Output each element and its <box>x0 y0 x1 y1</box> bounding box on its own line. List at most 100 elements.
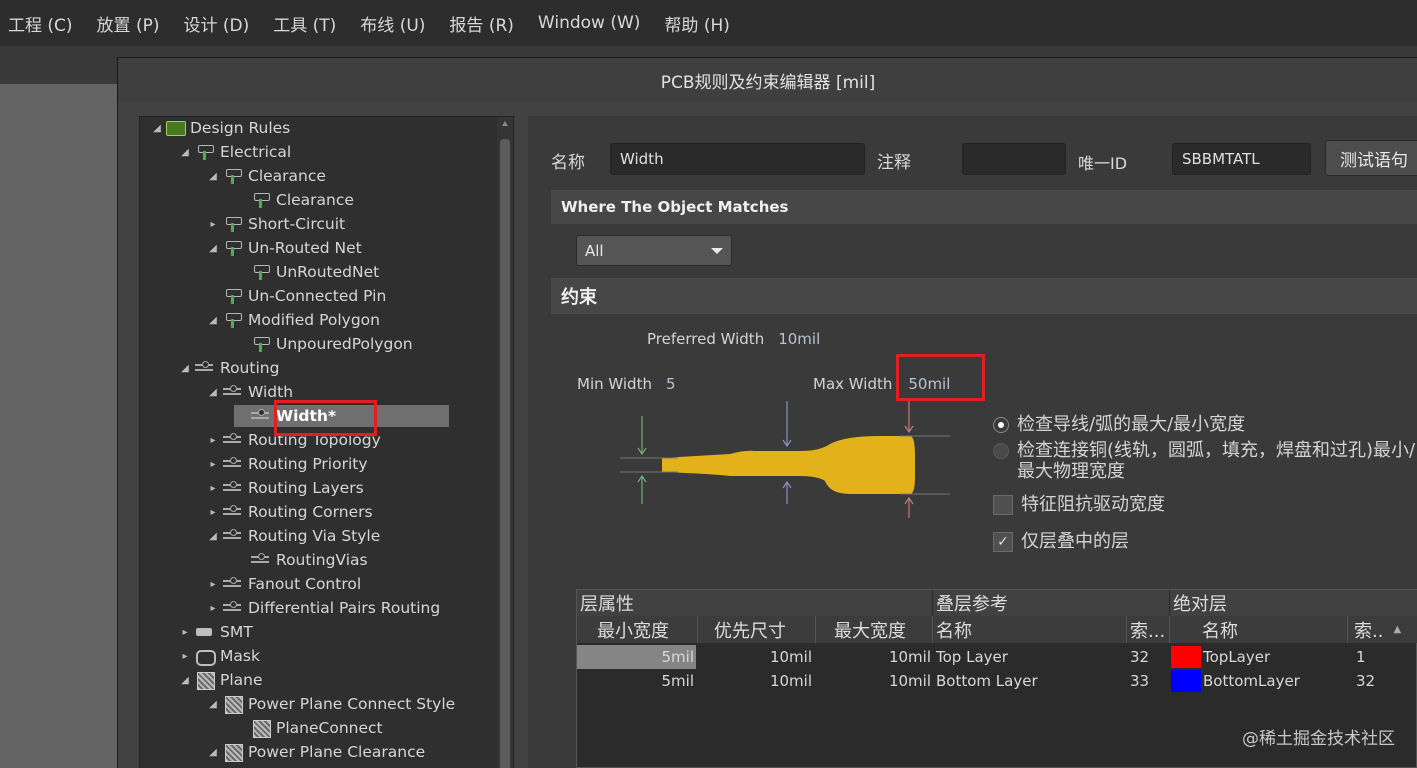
route-rule-icon <box>222 503 244 521</box>
tree-node[interactable]: ▸ Fanout Control <box>206 573 361 595</box>
cell-abs-index[interactable]: 1 <box>1356 645 1416 669</box>
tree-node[interactable]: ◢ Clearance <box>206 165 326 187</box>
column-min-width[interactable]: 最小宽度 <box>577 616 698 643</box>
tree-node-label: Plane <box>220 671 263 689</box>
scrollbar-thumb[interactable] <box>500 139 510 768</box>
test-query-button[interactable]: 测试语句 <box>1325 140 1417 176</box>
collapse-arrow-icon[interactable]: ◢ <box>206 387 220 398</box>
expand-arrow-icon[interactable]: ▸ <box>206 579 220 590</box>
tree-scrollbar[interactable] <box>497 117 513 768</box>
cell-max-width[interactable]: 10mil <box>816 669 933 693</box>
column-preferred-size[interactable]: 优先尺寸 <box>698 616 816 643</box>
menu-item-2[interactable]: 设计 (D) <box>183 11 249 36</box>
cell-abs-name[interactable]: TopLayer <box>1203 645 1348 669</box>
option-layer-stack-only[interactable]: ✓ 仅层叠中的层 <box>993 531 1129 552</box>
menu-item-4[interactable]: 布线 (U) <box>360 11 425 36</box>
menu-item-1[interactable]: 放置 (P) <box>97 11 160 36</box>
tree-node[interactable]: UnRoutedNet <box>234 261 379 283</box>
cell-index[interactable]: 32 <box>1127 645 1170 669</box>
cell-preferred-size[interactable]: 10mil <box>698 645 814 669</box>
column-index[interactable]: 索... <box>1127 616 1170 643</box>
unique-id-field[interactable]: SBBMTATL <box>1172 143 1311 175</box>
tree-node[interactable]: ◢ Routing Via Style <box>206 525 380 547</box>
scope-dropdown[interactable]: All <box>576 235 732 266</box>
collapse-arrow-icon[interactable]: ◢ <box>178 363 192 374</box>
tree-node[interactable]: ▸ Routing Layers <box>206 477 363 499</box>
tree-node[interactable]: ◢ Design Rules <box>150 117 290 139</box>
menu-item-6[interactable]: Window (W) <box>538 13 641 33</box>
route-rule-icon <box>222 575 244 593</box>
column-layer-name[interactable]: 名称 <box>933 616 1127 643</box>
menu-item-7[interactable]: 帮助 (H) <box>664 11 729 36</box>
tree-node[interactable]: ▸ Differential Pairs Routing <box>206 597 440 619</box>
collapse-arrow-icon[interactable]: ◢ <box>206 531 220 542</box>
tree-node[interactable]: ◢ Power Plane Connect Style <box>206 693 455 715</box>
expand-arrow-icon[interactable]: ▸ <box>206 603 220 614</box>
cell-index[interactable]: 33 <box>1127 669 1170 693</box>
collapse-arrow-icon[interactable]: ◢ <box>206 243 220 254</box>
menu-item-0[interactable]: 工程 (C) <box>8 11 73 36</box>
cell-preferred-size[interactable]: 10mil <box>698 669 814 693</box>
tree-node[interactable]: ▸ Routing Corners <box>206 501 373 523</box>
tree-node-label: Power Plane Clearance <box>248 743 426 761</box>
tree-node[interactable]: ◢ Modified Polygon <box>206 309 380 331</box>
collapse-arrow-icon[interactable]: ◢ <box>178 147 192 158</box>
expand-arrow-icon[interactable]: ▸ <box>178 651 192 662</box>
tree-node[interactable]: ▸ Mask <box>178 645 260 667</box>
cell-min-width[interactable]: 5mil <box>577 645 696 669</box>
tree-node[interactable]: Clearance <box>234 189 354 211</box>
collapse-arrow-icon[interactable]: ◢ <box>178 675 192 686</box>
checkbox-impedance[interactable] <box>993 495 1013 515</box>
radio-check-track[interactable] <box>993 417 1009 433</box>
scroll-up-icon[interactable] <box>502 121 508 126</box>
comment-field[interactable] <box>962 143 1066 175</box>
cell-abs-name[interactable]: BottomLayer <box>1203 669 1348 693</box>
collapse-arrow-icon[interactable]: ◢ <box>206 699 220 710</box>
tree-node-label: Routing Corners <box>248 503 373 521</box>
cell-min-width[interactable]: 5mil <box>577 669 696 693</box>
column-abs-index[interactable]: 索.. ▲ <box>1348 616 1417 643</box>
option-impedance-driven[interactable]: 特征阻抗驱动宽度 <box>993 494 1165 515</box>
expand-arrow-icon[interactable]: ▸ <box>178 627 192 638</box>
tree-node[interactable]: ◢ Electrical <box>178 141 291 163</box>
menu-item-3[interactable]: 工具 (T) <box>273 11 336 36</box>
rules-tree[interactable]: ◢ Design Rules ◢ Electrical ◢ Clearance Cleara… <box>139 116 514 768</box>
tree-node[interactable]: ▸ SMT <box>178 621 252 643</box>
tree-node[interactable]: ▸ Short-Circuit <box>206 213 345 235</box>
min-width-value[interactable]: 5 <box>666 375 676 393</box>
collapse-arrow-icon[interactable]: ◢ <box>150 123 164 134</box>
collapse-arrow-icon[interactable]: ◢ <box>206 747 220 758</box>
collapse-arrow-icon[interactable]: ◢ <box>206 171 220 182</box>
option-check-copper-width[interactable]: 检查连接铜(线轨，圆弧，填充，焊盘和过孔)最小/最大物理宽度 <box>993 440 1417 482</box>
expand-arrow-icon[interactable]: ▸ <box>206 219 220 230</box>
route-rule-icon <box>222 479 244 497</box>
route-rule-icon <box>222 455 244 473</box>
tree-node[interactable]: ◢ Routing <box>178 357 279 379</box>
column-max-width[interactable]: 最大宽度 <box>816 616 933 643</box>
cell-max-width[interactable]: 10mil <box>816 645 933 669</box>
option-check-track-width[interactable]: 检查导线/弧的最大/最小宽度 <box>993 414 1245 435</box>
collapse-arrow-icon[interactable]: ◢ <box>206 315 220 326</box>
tree-node[interactable]: Un-Connected Pin <box>206 285 386 307</box>
radio-check-copper[interactable] <box>993 443 1009 459</box>
preferred-width-value[interactable]: 10mil <box>778 330 820 348</box>
expand-arrow-icon[interactable]: ▸ <box>206 483 220 494</box>
tree-node[interactable]: UnpouredPolygon <box>234 333 413 355</box>
checkbox-layer-stack[interactable]: ✓ <box>993 532 1013 552</box>
cell-abs-index[interactable]: 32 <box>1356 669 1416 693</box>
column-abs-name[interactable]: 名称 <box>1170 616 1348 643</box>
tree-node[interactable]: ◢ Plane <box>178 669 263 691</box>
tree-node[interactable]: ◢ Un-Routed Net <box>206 237 362 259</box>
tree-node[interactable]: RoutingVias <box>234 549 368 571</box>
name-field[interactable]: Width <box>610 143 865 175</box>
min-width-label: Min Width <box>577 375 652 393</box>
tree-node[interactable]: ◢ Power Plane Clearance <box>206 741 425 763</box>
tree-node[interactable]: PlaneConnect <box>234 717 383 739</box>
menu-item-5[interactable]: 报告 (R) <box>449 11 513 36</box>
expand-arrow-icon[interactable]: ▸ <box>206 459 220 470</box>
expand-arrow-icon[interactable]: ▸ <box>206 435 220 446</box>
cell-layer-name[interactable]: Top Layer <box>936 645 1126 669</box>
tree-node[interactable]: ▸ Routing Priority <box>206 453 367 475</box>
cell-layer-name[interactable]: Bottom Layer <box>936 669 1126 693</box>
expand-arrow-icon[interactable]: ▸ <box>206 507 220 518</box>
